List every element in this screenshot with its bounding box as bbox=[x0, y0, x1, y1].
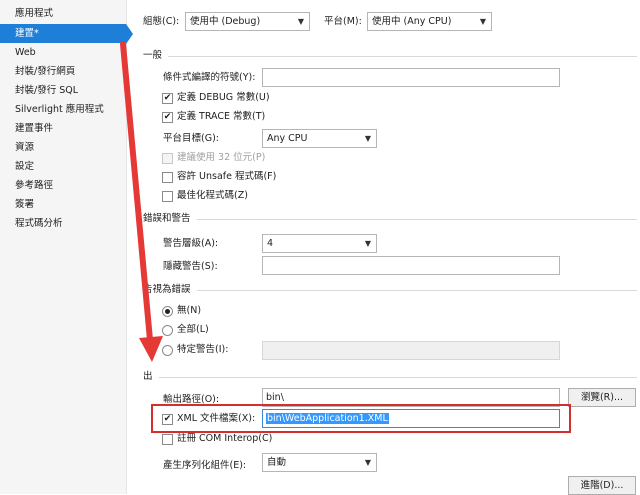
output-path-input[interactable]: bin\ bbox=[262, 388, 560, 407]
prefer-32bit-label: 建議使用 32 位元(P) bbox=[177, 152, 266, 163]
sidebar-item-web[interactable]: Web bbox=[0, 43, 126, 62]
platform-select[interactable]: 使用中 (Any CPU) ▼ bbox=[367, 12, 492, 31]
sidebar-item-reference-paths[interactable]: 參考路徑 bbox=[0, 176, 126, 195]
sidebar-item-application[interactable]: 應用程式 bbox=[0, 4, 126, 23]
section-general-title: 一般 bbox=[143, 49, 169, 63]
define-debug-label: 定義 DEBUG 常數(U) bbox=[177, 92, 270, 103]
section-output-title: 出 bbox=[143, 370, 159, 384]
allow-unsafe-label: 容許 Unsafe 程式碼(F) bbox=[177, 171, 277, 182]
radio-none[interactable] bbox=[162, 306, 173, 317]
prefer-32bit-checkbox[interactable] bbox=[162, 153, 173, 164]
optimize-code-checkbox[interactable] bbox=[162, 191, 173, 202]
com-interop-label: 註冊 COM Interop(C) bbox=[177, 433, 273, 444]
sidebar-item-code-analysis[interactable]: 程式碼分析 bbox=[0, 214, 126, 233]
browse-button[interactable]: 瀏覽(R)... bbox=[568, 388, 636, 407]
suppress-warnings-label: 隱藏警告(S): bbox=[163, 261, 218, 272]
xml-doc-input[interactable]: bin\WebApplication1.XML bbox=[262, 409, 560, 428]
output-path-label: 輸出路徑(O): bbox=[163, 394, 220, 405]
com-interop-checkbox[interactable] bbox=[162, 434, 173, 445]
sidebar-item-build[interactable]: 建置* bbox=[0, 24, 126, 43]
annotation-arrow-head bbox=[139, 336, 163, 362]
config-label: 組態(C): bbox=[143, 16, 180, 27]
config-select[interactable]: 使用中 (Debug) ▼ bbox=[185, 12, 310, 31]
sidebar: 應用程式 建置* Web 封裝/發行網頁 封裝/發行 SQL Silverlig… bbox=[0, 0, 127, 494]
serialization-value: 自動 bbox=[267, 457, 287, 468]
platform-target-select[interactable]: Any CPU ▼ bbox=[262, 129, 377, 148]
conditional-symbols-label: 條件式編譯的符號(Y): bbox=[163, 72, 256, 83]
sidebar-item-silverlight[interactable]: Silverlight 應用程式 bbox=[0, 100, 126, 119]
section-divider bbox=[143, 290, 637, 291]
section-divider bbox=[143, 377, 637, 378]
platform-target-value: Any CPU bbox=[267, 133, 308, 144]
radio-specific-label: 特定警告(I): bbox=[177, 344, 229, 355]
sidebar-item-signing[interactable]: 簽署 bbox=[0, 195, 126, 214]
xml-doc-label: XML 文件檔案(X): bbox=[177, 413, 256, 424]
section-divider bbox=[143, 56, 637, 57]
serialization-select[interactable]: 自動 ▼ bbox=[262, 453, 377, 472]
section-divider bbox=[143, 219, 637, 220]
chevron-down-icon: ▼ bbox=[364, 458, 371, 467]
chevron-down-icon: ▼ bbox=[364, 239, 371, 248]
xml-doc-checkbox[interactable]: ✔ bbox=[162, 414, 173, 425]
warning-level-label: 警告層級(A): bbox=[163, 238, 219, 249]
warning-level-value: 4 bbox=[267, 238, 274, 249]
suppress-warnings-input[interactable] bbox=[262, 256, 560, 275]
sidebar-item-resources[interactable]: 資源 bbox=[0, 138, 126, 157]
section-errors-title: 錯誤和警告 bbox=[143, 212, 197, 226]
chevron-down-icon: ▼ bbox=[364, 134, 371, 143]
platform-value: 使用中 (Any CPU) bbox=[372, 16, 452, 27]
warning-level-select[interactable]: 4 ▼ bbox=[262, 234, 377, 253]
radio-none-label: 無(N) bbox=[177, 305, 202, 316]
config-value: 使用中 (Debug) bbox=[190, 16, 261, 27]
specific-warnings-input[interactable] bbox=[262, 341, 560, 360]
serialization-label: 產生序列化組件(E): bbox=[163, 460, 247, 471]
advanced-button[interactable]: 進階(D)... bbox=[568, 476, 636, 495]
define-trace-checkbox[interactable]: ✔ bbox=[162, 112, 173, 123]
optimize-code-label: 最佳化程式碼(Z) bbox=[177, 190, 248, 201]
sidebar-item-package-sql[interactable]: 封裝/發行 SQL bbox=[0, 81, 126, 100]
platform-target-label: 平台目標(G): bbox=[163, 133, 219, 144]
section-treat-warnings-title: 告視為錯誤 bbox=[143, 283, 197, 297]
allow-unsafe-checkbox[interactable] bbox=[162, 172, 173, 183]
sidebar-item-settings[interactable]: 設定 bbox=[0, 157, 126, 176]
radio-all-label: 全部(L) bbox=[177, 324, 209, 335]
radio-all[interactable] bbox=[162, 325, 173, 336]
chevron-down-icon: ▼ bbox=[297, 17, 304, 26]
radio-specific[interactable] bbox=[162, 345, 173, 356]
xml-doc-value: bin\WebApplication1.XML bbox=[266, 413, 389, 424]
platform-label: 平台(M): bbox=[324, 16, 362, 27]
define-trace-label: 定義 TRACE 常數(T) bbox=[177, 111, 266, 122]
chevron-down-icon: ▼ bbox=[479, 17, 486, 26]
selected-indicator bbox=[126, 24, 133, 44]
sidebar-item-package-web[interactable]: 封裝/發行網頁 bbox=[0, 62, 126, 81]
conditional-symbols-input[interactable] bbox=[262, 68, 560, 87]
sidebar-item-build-events[interactable]: 建置事件 bbox=[0, 119, 126, 138]
define-debug-checkbox[interactable]: ✔ bbox=[162, 93, 173, 104]
